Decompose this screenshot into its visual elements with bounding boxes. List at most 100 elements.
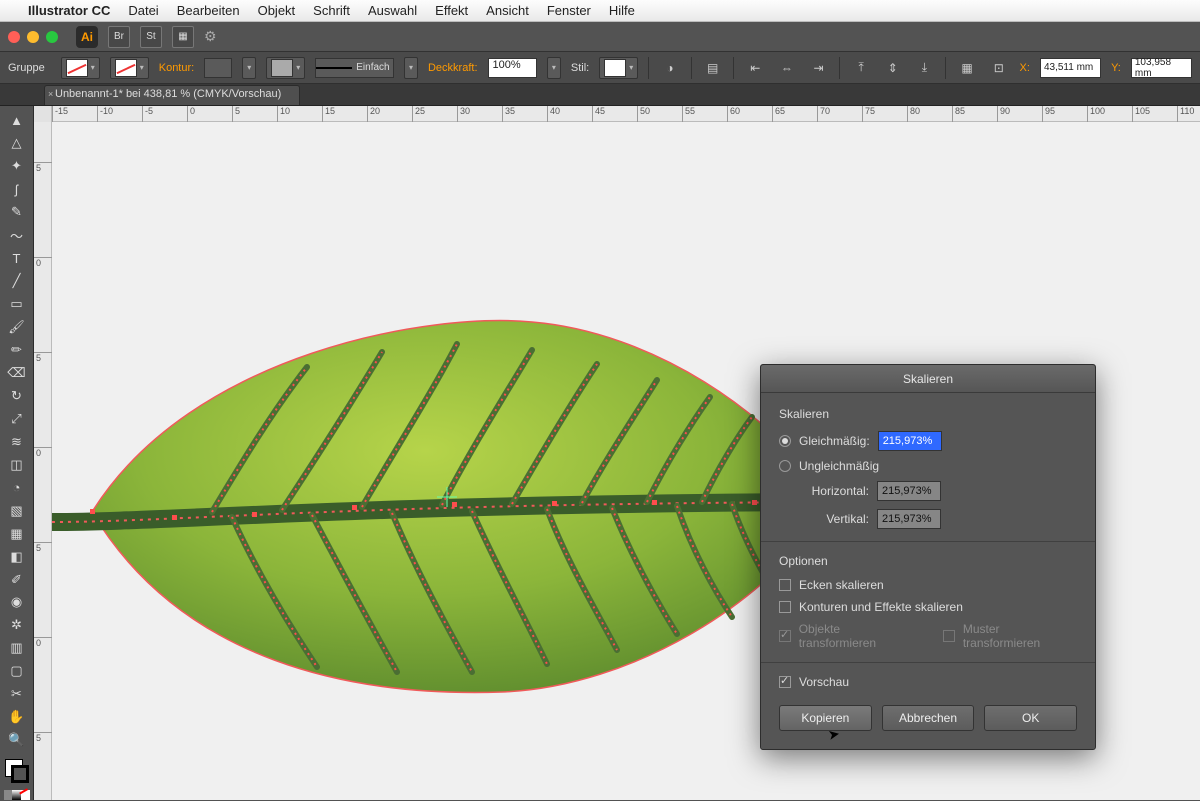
ruler-tick: 35 bbox=[502, 106, 515, 122]
app-menu[interactable]: Illustrator CC bbox=[28, 3, 110, 18]
align-left-icon[interactable]: ▤ bbox=[702, 57, 724, 79]
pen-tool-icon[interactable]: ✎ bbox=[3, 202, 31, 223]
align-horizontal-left-icon[interactable]: ⇤ bbox=[744, 57, 766, 79]
uniform-scale-input[interactable]: 215,973% bbox=[878, 431, 942, 451]
direct-selection-tool-icon[interactable]: △ bbox=[3, 133, 31, 154]
fill-stroke-indicator[interactable] bbox=[3, 757, 31, 786]
blend-tool-icon[interactable]: ◉ bbox=[3, 592, 31, 613]
menu-bearbeiten[interactable]: Bearbeiten bbox=[177, 3, 240, 18]
ruler-tick: 65 bbox=[772, 106, 785, 122]
uniform-radio[interactable] bbox=[779, 435, 791, 447]
horizontal-ruler: -15-10-505101520253035404550556065707580… bbox=[34, 106, 1200, 122]
mesh-tool-icon[interactable]: ▦ bbox=[3, 523, 31, 544]
bridge-button[interactable]: Br bbox=[108, 26, 130, 48]
curvature-tool-icon[interactable]: 〜 bbox=[3, 225, 31, 246]
line-segment-tool-icon[interactable]: ╱ bbox=[3, 271, 31, 292]
align-vertical-center-icon[interactable]: ⇕ bbox=[882, 57, 904, 79]
sync-settings-icon[interactable]: ⚙ bbox=[204, 28, 217, 45]
ruler-origin-icon[interactable] bbox=[34, 106, 52, 122]
copy-button[interactable]: Kopieren bbox=[779, 705, 872, 731]
stroke-weight-input[interactable] bbox=[204, 58, 232, 78]
menu-objekt[interactable]: Objekt bbox=[258, 3, 296, 18]
ruler-tick: -5 bbox=[142, 106, 153, 122]
vertical-scale-input[interactable]: 215,973% bbox=[877, 509, 941, 529]
artboard-tool-icon[interactable]: ▢ bbox=[3, 661, 31, 682]
selection-tool-icon[interactable]: ▲ bbox=[3, 110, 31, 131]
x-coordinate-input[interactable]: 43,511 mm bbox=[1040, 58, 1101, 78]
pencil-tool-icon[interactable]: ✏ bbox=[3, 340, 31, 361]
eyedropper-tool-icon[interactable]: ✐ bbox=[3, 569, 31, 590]
symbol-sprayer-tool-icon[interactable]: ✲ bbox=[3, 615, 31, 636]
align-vertical-bottom-icon[interactable]: ⤓ bbox=[914, 57, 936, 79]
eraser-tool-icon[interactable]: ⌫ bbox=[3, 362, 31, 383]
hand-tool-icon[interactable]: ✋ bbox=[3, 707, 31, 728]
transform-patterns-checkbox bbox=[943, 630, 955, 642]
menu-datei[interactable]: Datei bbox=[128, 3, 158, 18]
lasso-tool-icon[interactable]: ʃ bbox=[3, 179, 31, 200]
recolor-artwork-icon[interactable]: ◑ bbox=[659, 57, 681, 79]
brush-definition-select[interactable]: Einfach bbox=[315, 58, 394, 78]
rectangle-tool-icon[interactable]: ▭ bbox=[3, 294, 31, 315]
vertical-ruler: 5050505 bbox=[34, 122, 52, 800]
graphic-style-control[interactable]: ▾ bbox=[599, 57, 638, 79]
control-bar: Gruppe ▾ ▾ Kontur: ▾ ▾ Einfach ▾ Deckkra… bbox=[0, 52, 1200, 84]
y-coordinate-input[interactable]: 103,958 mm bbox=[1131, 58, 1192, 78]
stroke-weight-stepper[interactable]: ▾ bbox=[242, 57, 256, 79]
app-topbar: Ai Br St ▦ ⚙ bbox=[0, 22, 1200, 52]
zoom-window-icon[interactable] bbox=[46, 31, 58, 43]
align-horizontal-right-icon[interactable]: ⇥ bbox=[808, 57, 830, 79]
transform-objects-checkbox bbox=[779, 630, 791, 642]
opacity-chev[interactable]: ▾ bbox=[547, 57, 561, 79]
scale-tool-icon[interactable]: ⤢ bbox=[3, 408, 31, 429]
paintbrush-tool-icon[interactable]: 🖌 bbox=[3, 317, 31, 338]
menu-hilfe[interactable]: Hilfe bbox=[609, 3, 635, 18]
scale-corners-checkbox[interactable] bbox=[779, 579, 791, 591]
type-tool-icon[interactable]: T bbox=[3, 248, 31, 269]
rotate-tool-icon[interactable]: ↻ bbox=[3, 385, 31, 406]
scale-corners-label: Ecken skalieren bbox=[799, 578, 884, 592]
transform-patterns-label: Muster transformieren bbox=[963, 622, 1077, 650]
fill-color-control[interactable]: ▾ bbox=[61, 57, 100, 79]
reference-point-icon[interactable]: ⊡ bbox=[988, 57, 1010, 79]
nonuniform-radio[interactable] bbox=[779, 460, 791, 472]
menu-auswahl[interactable]: Auswahl bbox=[368, 3, 417, 18]
align-horizontal-center-icon[interactable]: ⇔ bbox=[776, 57, 798, 79]
slice-tool-icon[interactable]: ✂ bbox=[3, 684, 31, 705]
menu-ansicht[interactable]: Ansicht bbox=[486, 3, 529, 18]
preview-checkbox[interactable] bbox=[779, 676, 791, 688]
horizontal-scale-input[interactable]: 215,973% bbox=[877, 481, 941, 501]
ruler-tick: 0 bbox=[34, 637, 52, 648]
ok-button[interactable]: OK bbox=[984, 705, 1077, 731]
shape-builder-tool-icon[interactable]: ◔ bbox=[3, 477, 31, 498]
menu-schrift[interactable]: Schrift bbox=[313, 3, 350, 18]
color-mode-toggle[interactable] bbox=[4, 790, 30, 800]
width-tool-icon[interactable]: ≋ bbox=[3, 431, 31, 452]
stroke-color-control[interactable]: ▾ bbox=[110, 57, 149, 79]
column-graph-tool-icon[interactable]: ▥ bbox=[3, 638, 31, 659]
gradient-tool-icon[interactable]: ◧ bbox=[3, 546, 31, 567]
zoom-tool-icon[interactable]: 🔍 bbox=[3, 730, 31, 751]
cancel-button[interactable]: Abbrechen bbox=[882, 705, 975, 731]
leaf-artwork[interactable] bbox=[52, 272, 872, 717]
magic-wand-tool-icon[interactable]: ✦ bbox=[3, 156, 31, 177]
dialog-title[interactable]: Skalieren bbox=[761, 365, 1095, 393]
perspective-grid-tool-icon[interactable]: ▧ bbox=[3, 500, 31, 521]
opacity-input[interactable]: 100% bbox=[488, 58, 537, 78]
document-tab[interactable]: × Unbenannt-1* bei 438,81 % (CMYK/Vorsch… bbox=[44, 85, 300, 105]
ruler-tick: 5 bbox=[34, 162, 52, 173]
brush-definition-chev[interactable]: ▾ bbox=[404, 57, 418, 79]
free-transform-tool-icon[interactable]: ◫ bbox=[3, 454, 31, 475]
close-window-icon[interactable] bbox=[8, 31, 20, 43]
scale-strokes-checkbox[interactable] bbox=[779, 601, 791, 613]
close-tab-icon[interactable]: × bbox=[48, 89, 53, 99]
arrange-documents-button[interactable]: ▦ bbox=[172, 26, 194, 48]
minimize-window-icon[interactable] bbox=[27, 31, 39, 43]
stroke-swatch-2[interactable]: ▾ bbox=[266, 57, 305, 79]
ruler-tick: -15 bbox=[52, 106, 68, 122]
menu-fenster[interactable]: Fenster bbox=[547, 3, 591, 18]
menu-effekt[interactable]: Effekt bbox=[435, 3, 468, 18]
align-vertical-top-icon[interactable]: ⤒ bbox=[850, 57, 872, 79]
transform-panel-icon[interactable]: ▦ bbox=[956, 57, 978, 79]
vertical-label: Vertikal: bbox=[799, 512, 869, 526]
stock-button[interactable]: St bbox=[140, 26, 162, 48]
